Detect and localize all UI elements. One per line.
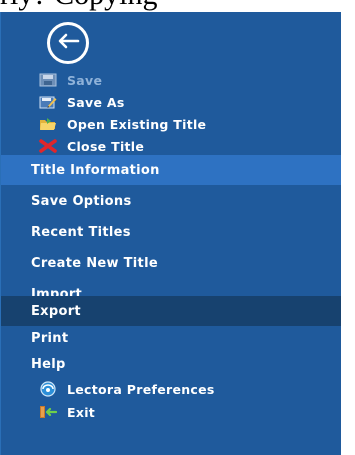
create-new-title-label: Create New Title	[31, 255, 158, 271]
lectora-preferences-label: Lectora Preferences	[67, 381, 215, 397]
close-title-label: Close Title	[67, 138, 145, 154]
title-information-label: Title Information	[31, 162, 160, 178]
tab-title-information[interactable]: Title Information	[1, 155, 341, 185]
open-existing-title-label: Open Existing Title	[67, 116, 207, 132]
print-label: Print	[31, 330, 69, 346]
help-item[interactable]: Help	[1, 351, 341, 377]
tab-save-options[interactable]: Save Options	[1, 186, 341, 216]
lectora-preferences-item[interactable]: Lectora Preferences	[1, 378, 341, 400]
recent-titles-label: Recent Titles	[31, 224, 131, 240]
save-label: Save	[67, 72, 103, 88]
tab-recent-titles[interactable]: Recent Titles	[1, 217, 341, 247]
exit-door-icon	[39, 404, 57, 420]
export-label: Export	[31, 303, 81, 319]
preferences-icon	[39, 381, 57, 397]
save-button[interactable]: Save	[1, 69, 341, 91]
print-item[interactable]: Print	[1, 325, 341, 351]
cropped-heading-text: rly? Copying	[0, 0, 355, 12]
close-title-button[interactable]: Close Title	[1, 135, 341, 157]
tab-create-new-title[interactable]: Create New Title	[1, 248, 341, 278]
save-options-label: Save Options	[31, 193, 132, 209]
back-arrow-icon	[56, 32, 80, 54]
save-as-label: Save As	[67, 94, 125, 110]
exit-item[interactable]: Exit	[1, 401, 341, 423]
open-folder-icon	[39, 116, 57, 132]
close-x-icon	[39, 138, 57, 154]
exit-label: Exit	[67, 404, 96, 420]
tab-export[interactable]: Export	[1, 296, 341, 326]
save-icon	[39, 72, 57, 88]
open-existing-title-button[interactable]: Open Existing Title	[1, 113, 341, 135]
back-button[interactable]	[47, 22, 89, 64]
save-as-icon	[39, 94, 57, 110]
file-menu-panel: Save Save As Open Existing Title Close T…	[0, 12, 341, 455]
help-label: Help	[31, 356, 66, 372]
save-as-button[interactable]: Save As	[1, 91, 341, 113]
